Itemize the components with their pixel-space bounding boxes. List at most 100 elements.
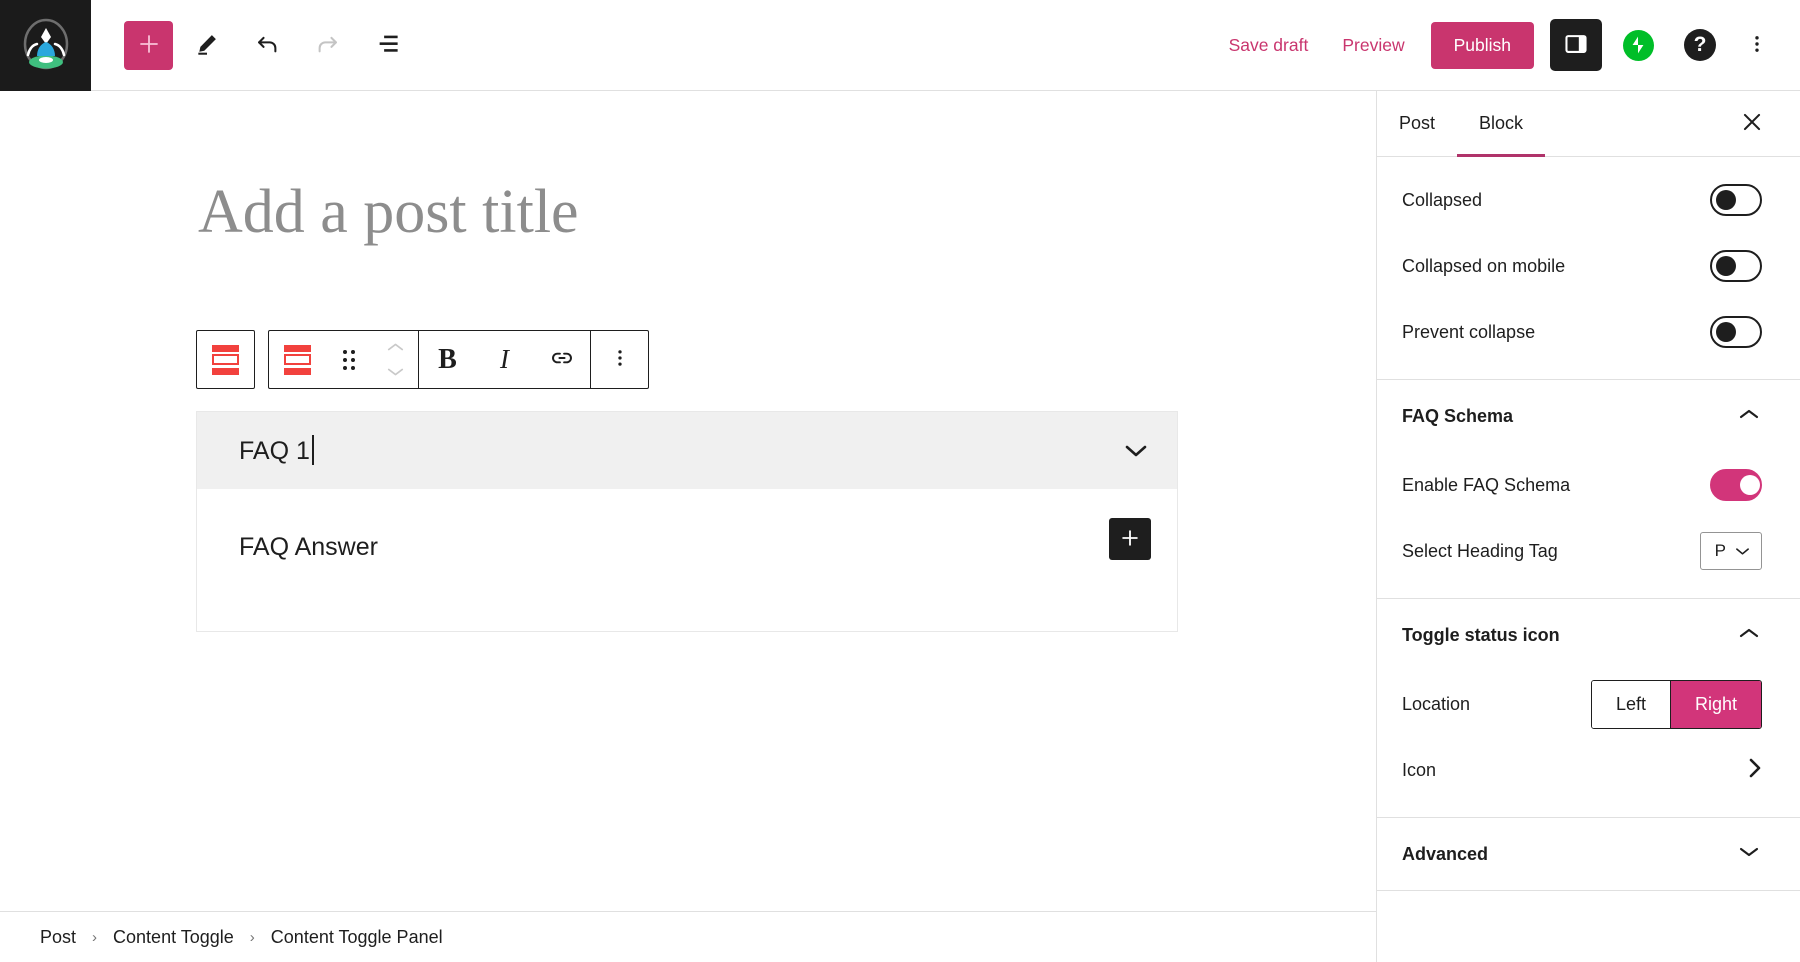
preview-button[interactable]: Preview xyxy=(1328,25,1418,66)
location-segmented-control: Left Right xyxy=(1590,679,1762,729)
chevron-up-icon xyxy=(1736,406,1762,427)
breadcrumb-item-post[interactable]: Post xyxy=(38,923,78,952)
breadcrumb: Post › Content Toggle › Content Toggle P… xyxy=(0,911,1376,962)
setting-row-select-heading-tag: Select Heading Tag P xyxy=(1377,518,1800,584)
add-block-button[interactable] xyxy=(124,20,173,70)
publish-button[interactable]: Publish xyxy=(1430,21,1534,69)
undo-arrow-icon xyxy=(254,30,281,60)
setting-row-enable-faq-schema: Enable FAQ Schema xyxy=(1377,452,1800,518)
list-view-icon xyxy=(374,30,401,60)
list-view-button[interactable] xyxy=(361,19,413,71)
chevron-down-icon xyxy=(1735,541,1750,561)
sidebar-panel-icon xyxy=(1563,31,1589,60)
close-x-icon xyxy=(1739,109,1765,138)
toggle-status-icon-panel-header[interactable]: Toggle status icon xyxy=(1377,599,1800,671)
content-toggle-panel-title[interactable]: FAQ 1 xyxy=(239,437,310,465)
bold-button[interactable]: B xyxy=(419,331,476,388)
prevent-collapse-toggle[interactable] xyxy=(1710,316,1762,348)
close-sidebar-button[interactable] xyxy=(1726,91,1778,156)
block-toolbar-parent-group xyxy=(196,330,255,389)
breadcrumb-item-content-toggle-panel[interactable]: Content Toggle Panel xyxy=(269,923,445,952)
block-toolbar-main-group: B I xyxy=(268,330,649,389)
content-toggle-panel-body: FAQ Answer xyxy=(197,489,1177,631)
enable-faq-schema-toggle[interactable] xyxy=(1710,469,1762,501)
edit-tool-button[interactable] xyxy=(181,19,233,71)
redo-arrow-icon xyxy=(314,30,341,60)
enable-faq-schema-label: Enable FAQ Schema xyxy=(1402,474,1571,495)
select-parent-block-button[interactable] xyxy=(197,331,254,388)
italic-button[interactable]: I xyxy=(476,331,533,388)
advanced-panel-header[interactable]: Advanced xyxy=(1377,818,1800,890)
content-toggle-panel-header[interactable]: FAQ 1 xyxy=(197,412,1177,489)
link-button[interactable] xyxy=(533,331,590,388)
setting-row-collapsed: Collapsed xyxy=(1377,167,1800,233)
advanced-panel: Advanced xyxy=(1377,818,1800,891)
heading-tag-select[interactable]: P xyxy=(1699,532,1762,570)
setting-row-prevent-collapse: Prevent collapse xyxy=(1377,299,1800,365)
setting-row-location: Location Left Right xyxy=(1377,671,1800,737)
location-option-right[interactable]: Right xyxy=(1669,680,1761,728)
block-appender-button[interactable] xyxy=(1109,518,1151,560)
content-toggle-block-icon xyxy=(212,344,239,375)
select-heading-tag-label: Select Heading Tag xyxy=(1402,540,1558,561)
help-button[interactable]: ? xyxy=(1674,19,1726,71)
location-option-left[interactable]: Left xyxy=(1591,680,1670,728)
jetpack-bolt-icon xyxy=(1622,29,1654,61)
content-toggle-panel-answer[interactable]: FAQ Answer xyxy=(239,533,378,562)
block-toolbar: B I xyxy=(196,330,649,389)
yoga-meditation-logo-icon xyxy=(15,14,77,76)
chevron-down-icon[interactable] xyxy=(1121,441,1151,461)
plus-icon xyxy=(1119,527,1141,552)
header-right-toolbar: Save draft Preview Publish ? xyxy=(1215,19,1800,71)
collapsed-on-mobile-toggle[interactable] xyxy=(1710,250,1762,282)
faq-schema-panel: FAQ Schema Enable FAQ Schema Select Head… xyxy=(1377,380,1800,599)
drag-handle-button[interactable] xyxy=(326,331,372,388)
breadcrumb-separator: › xyxy=(92,928,98,946)
toggle-status-icon-title: Toggle status icon xyxy=(1402,624,1560,645)
advanced-title: Advanced xyxy=(1402,843,1489,864)
setting-row-icon[interactable]: Icon xyxy=(1377,737,1800,803)
chevron-right-icon xyxy=(1746,755,1764,786)
block-type-switcher-button[interactable] xyxy=(269,331,326,388)
tab-post[interactable]: Post xyxy=(1377,91,1457,156)
faq-schema-panel-header[interactable]: FAQ Schema xyxy=(1377,380,1800,452)
collapsed-label: Collapsed xyxy=(1402,189,1483,210)
italic-label: I xyxy=(500,344,509,374)
block-more-options-button[interactable] xyxy=(591,331,648,388)
pencil-icon xyxy=(194,31,220,60)
plus-icon xyxy=(137,32,161,59)
site-logo-button[interactable] xyxy=(0,0,91,91)
toggle-status-icon-panel: Toggle status icon Location Left Right I… xyxy=(1377,599,1800,818)
editor-header: Save draft Preview Publish ? xyxy=(0,0,1800,91)
redo-button[interactable] xyxy=(301,19,353,71)
save-draft-button[interactable]: Save draft xyxy=(1215,25,1323,66)
chevron-down-icon xyxy=(387,365,404,380)
collapsed-toggle[interactable] xyxy=(1710,184,1762,216)
jetpack-button[interactable] xyxy=(1612,19,1664,71)
header-left-toolbar xyxy=(124,19,413,71)
drag-handle-icon xyxy=(343,349,355,370)
vertical-dots-icon xyxy=(1746,33,1768,58)
editor-more-options-button[interactable] xyxy=(1734,19,1780,71)
post-title-input[interactable]: Add a post title xyxy=(198,181,579,243)
editor-canvas: Add a post title B I FAQ 1 FAQ Answer xyxy=(0,91,1376,911)
settings-sidebar: Post Block Collapsed Collapsed on mobile… xyxy=(1376,91,1800,962)
vertical-dots-icon xyxy=(609,347,631,372)
collapsed-on-mobile-label: Collapsed on mobile xyxy=(1402,255,1566,276)
content-toggle-panel-icon xyxy=(284,344,311,375)
bold-label: B xyxy=(438,343,457,375)
text-cursor xyxy=(311,435,314,465)
icon-label: Icon xyxy=(1402,759,1437,780)
sidebar-tabs: Post Block xyxy=(1377,91,1800,157)
breadcrumb-separator-2: › xyxy=(249,928,255,946)
breadcrumb-item-content-toggle[interactable]: Content Toggle xyxy=(111,923,236,952)
heading-tag-value: P xyxy=(1714,541,1726,560)
faq-schema-title: FAQ Schema xyxy=(1402,405,1514,426)
tab-block[interactable]: Block xyxy=(1457,91,1546,157)
settings-sidebar-toggle-button[interactable] xyxy=(1550,19,1602,71)
location-label: Location xyxy=(1402,693,1471,714)
content-toggle-block[interactable]: FAQ 1 FAQ Answer xyxy=(196,411,1178,632)
undo-button[interactable] xyxy=(241,19,293,71)
block-movers-button[interactable] xyxy=(372,331,418,388)
chevron-up-icon xyxy=(387,340,404,355)
